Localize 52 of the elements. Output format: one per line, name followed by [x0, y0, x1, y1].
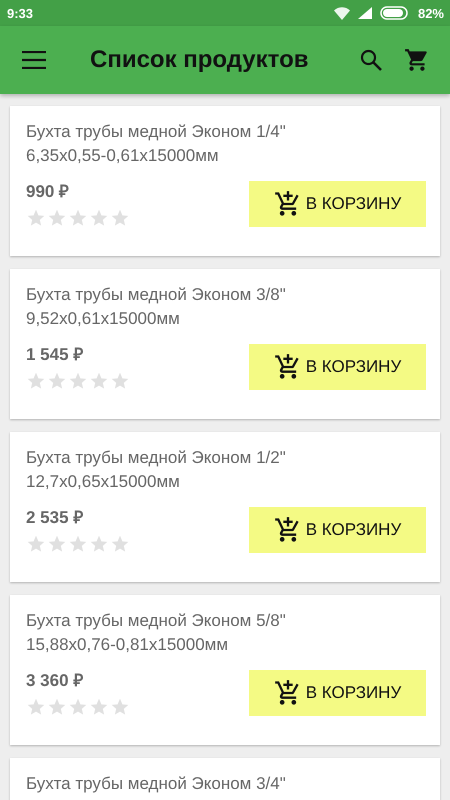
product-size: 15,88x0,76-0,81x15000мм: [26, 634, 230, 656]
menu-icon: [22, 51, 46, 69]
product-price: 2 535 ₽: [26, 507, 84, 529]
star-icon: [26, 697, 46, 717]
status-time: 9:33: [7, 6, 34, 20]
star-icon: [47, 208, 67, 228]
add-to-cart-button[interactable]: В КОРЗИНУ: [249, 344, 426, 390]
product-size: 9,52x0,61x15000мм: [26, 308, 181, 330]
search-button[interactable]: [360, 49, 382, 71]
battery-percent: 82%: [418, 6, 444, 20]
star-icon: [110, 208, 130, 228]
star-icon: [68, 371, 88, 391]
star-icon: [89, 208, 109, 228]
product-card[interactable]: Бухта трубы медной Эконом 5/8" 15,88x0,76-0,81x15000мм 3 360 ₽ В КОРЗИНУ: [10, 595, 440, 745]
star-icon: [89, 534, 109, 554]
battery-icon: [380, 6, 410, 20]
star-icon: [89, 371, 109, 391]
product-price: 3 360 ₽: [26, 670, 84, 692]
star-icon: [110, 697, 130, 717]
star-icon: [68, 534, 88, 554]
signal-icon: [358, 7, 372, 19]
star-icon: [47, 371, 67, 391]
star-icon: [47, 534, 67, 554]
add-to-cart-button[interactable]: В КОРЗИНУ: [249, 507, 426, 553]
product-name: Бухта трубы медной Эконом 5/8": [26, 610, 287, 632]
star-icon: [26, 534, 46, 554]
star-icon: [26, 371, 46, 391]
star-icon: [68, 208, 88, 228]
star-icon: [47, 697, 67, 717]
app-title: Список продуктов: [90, 46, 310, 74]
add-to-cart-button[interactable]: В КОРЗИНУ: [249, 181, 426, 227]
star-icon: [110, 371, 130, 391]
product-size: 12,7x0,65x15000мм: [26, 471, 181, 493]
star-icon: [26, 208, 46, 228]
product-name: Бухта трубы медной Эконом 1/2": [26, 447, 287, 469]
product-card[interactable]: Бухта трубы медной Эконом 1/2" 12,7x0,65x15000мм 2 535 ₽ В КОРЗИНУ: [10, 432, 440, 582]
product-price: 990 ₽: [26, 181, 70, 203]
product-size: 6,35x0,55-0,61x15000мм: [26, 145, 220, 167]
add-to-cart-button[interactable]: В КОРЗИНУ: [249, 670, 426, 716]
wifi-icon: [334, 6, 350, 20]
menu-button[interactable]: [22, 51, 46, 69]
product-name: Бухта трубы медной Эконом 3/8": [26, 284, 287, 306]
search-icon: [360, 49, 382, 71]
product-card[interactable]: Бухта трубы медной Эконом 3/8" 9,52x0,61x15000мм 1 545 ₽ В КОРЗИНУ: [10, 269, 440, 419]
star-icon: [110, 534, 130, 554]
star-icon: [68, 697, 88, 717]
product-price: 1 545 ₽: [26, 344, 84, 366]
product-card[interactable]: Бухта трубы медной Эконом 1/4" 6,35x0,55-0,61x15000мм 990 ₽ В КОРЗИНУ: [10, 106, 440, 256]
product-name: Бухта трубы медной Эконом 3/4": [26, 773, 287, 795]
product-name: Бухта трубы медной Эконом 1/4": [26, 121, 287, 143]
star-icon: [89, 697, 109, 717]
product-card[interactable]: Бухта трубы медной Эконом 3/4": [10, 758, 440, 800]
